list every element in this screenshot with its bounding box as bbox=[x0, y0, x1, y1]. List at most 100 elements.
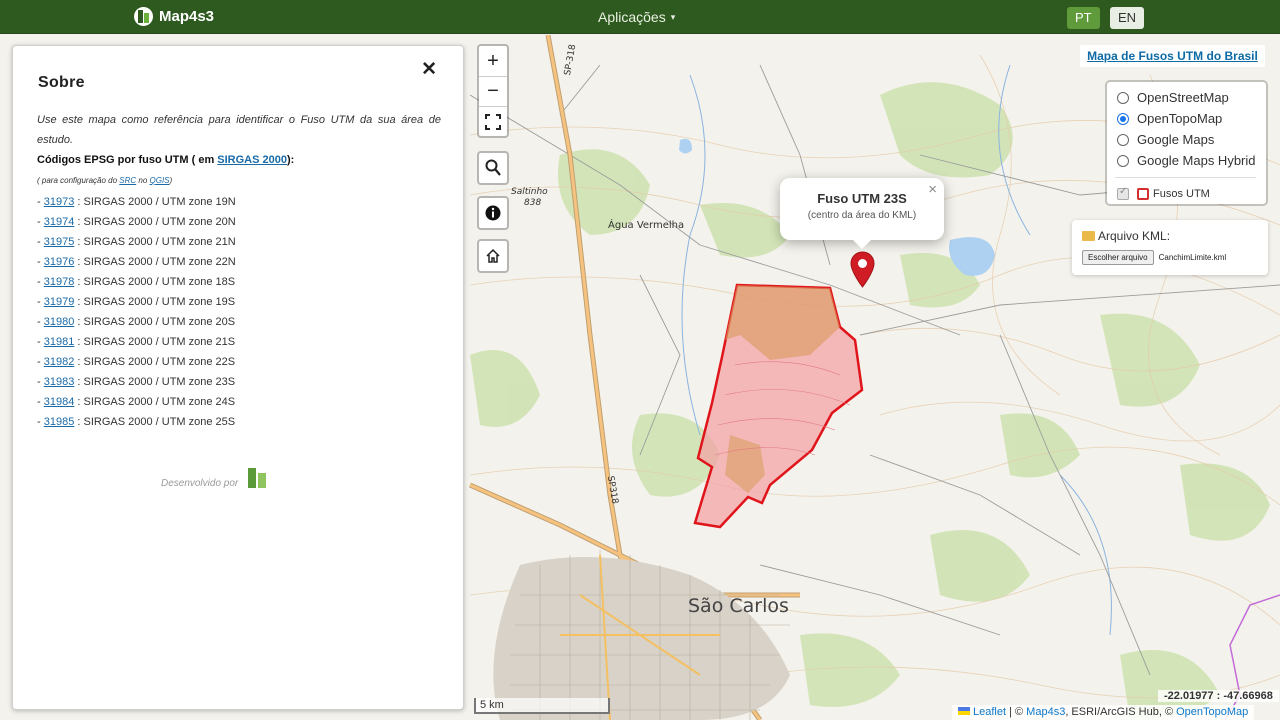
epsg-heading-suffix: ): bbox=[286, 154, 295, 166]
epsg-code-label: : SIRGAS 2000 / UTM zone 19N bbox=[74, 196, 236, 208]
folder-icon bbox=[1082, 231, 1095, 241]
base-layer-option[interactable]: OpenTopoMap bbox=[1117, 108, 1266, 129]
radio-button[interactable] bbox=[1117, 154, 1129, 167]
kml-upload-panel: Arquivo KML: Escolher arquivo CanchimLim… bbox=[1072, 220, 1268, 275]
info-control bbox=[477, 196, 509, 230]
info-icon bbox=[485, 205, 501, 221]
sidebar-body: Use este mapa como referência para ident… bbox=[37, 110, 441, 432]
epsg-code-link[interactable]: 31983 bbox=[44, 376, 75, 388]
qgis-link[interactable]: QGIS bbox=[150, 176, 170, 185]
note-mid: no bbox=[136, 176, 150, 185]
list-dash: - bbox=[37, 396, 44, 408]
leaflet-link[interactable]: Leaflet bbox=[973, 706, 1006, 718]
epsg-code-row: - 31976 : SIRGAS 2000 / UTM zone 22N bbox=[37, 252, 441, 272]
caret-down-icon: ▾ bbox=[670, 12, 676, 22]
developed-by-label: Desenvolvido por bbox=[160, 478, 239, 489]
epsg-code-link[interactable]: 31973 bbox=[44, 196, 75, 208]
epsg-code-row: - 31974 : SIRGAS 2000 / UTM zone 20N bbox=[37, 212, 441, 232]
overlay-swatch bbox=[1137, 188, 1149, 200]
radio-button[interactable] bbox=[1117, 91, 1129, 104]
epsg-code-row: - 31980 : SIRGAS 2000 / UTM zone 20S bbox=[37, 312, 441, 332]
base-layer-option[interactable]: Google Maps bbox=[1117, 129, 1266, 150]
search-button[interactable] bbox=[479, 153, 507, 183]
close-icon[interactable]: ✕ bbox=[421, 58, 437, 81]
home-button[interactable] bbox=[479, 241, 507, 271]
top-navbar: Map4s3 Aplicações ▾ PT EN bbox=[0, 0, 1280, 34]
base-layer-list: OpenStreetMap OpenTopoMap Google Maps Googl… bbox=[1117, 87, 1266, 171]
attribution-sep: | © bbox=[1006, 706, 1027, 718]
epsg-code-row: - 31982 : SIRGAS 2000 / UTM zone 22S bbox=[37, 352, 441, 372]
base-layer-option[interactable]: OpenStreetMap bbox=[1117, 87, 1266, 108]
info-button[interactable] bbox=[479, 198, 507, 228]
epsg-code-label: : SIRGAS 2000 / UTM zone 25S bbox=[74, 416, 236, 428]
popup-close-icon[interactable]: × bbox=[928, 181, 937, 198]
map-popup: × Fuso UTM 23S (centro da área do KML) bbox=[780, 178, 944, 249]
sirgas-link[interactable]: SIRGAS 2000 bbox=[217, 154, 287, 166]
epsg-code-label: : SIRGAS 2000 / UTM zone 20S bbox=[74, 316, 236, 328]
list-dash: - bbox=[37, 196, 44, 208]
epsg-heading-prefix: Códigos EPSG por fuso UTM ( em bbox=[37, 154, 218, 166]
epsg-code-row: - 31973 : SIRGAS 2000 / UTM zone 19N bbox=[37, 192, 441, 212]
base-layer-label: Google Maps Hybrid bbox=[1137, 153, 1256, 168]
epsg-code-label: : SIRGAS 2000 / UTM zone 21N bbox=[74, 236, 236, 248]
epsg-code-row: - 31978 : SIRGAS 2000 / UTM zone 18S bbox=[37, 272, 441, 292]
config-note: ( para configuração do SRC no QGIS) bbox=[37, 170, 441, 192]
epsg-code-link[interactable]: 31978 bbox=[44, 276, 75, 288]
utm-map-link[interactable]: Mapa de Fusos UTM do Brasil bbox=[1080, 45, 1265, 67]
search-icon bbox=[485, 159, 501, 176]
radio-button[interactable] bbox=[1117, 112, 1129, 125]
epsg-code-link[interactable]: 31974 bbox=[44, 216, 75, 228]
fullscreen-icon bbox=[485, 113, 501, 130]
epsg-code-link[interactable]: 31975 bbox=[44, 236, 75, 248]
fullscreen-button[interactable] bbox=[479, 106, 507, 136]
epsg-code-row: - 31975 : SIRGAS 2000 / UTM zone 21N bbox=[37, 232, 441, 252]
epsg-code-link[interactable]: 31976 bbox=[44, 256, 75, 268]
epsg-code-label: : SIRGAS 2000 / UTM zone 21S bbox=[74, 336, 236, 348]
epsg-code-label: : SIRGAS 2000 / UTM zone 20N bbox=[74, 216, 236, 228]
epsg-code-link[interactable]: 31984 bbox=[44, 396, 75, 408]
kml-file-row: Escolher arquivo CanchimLimite.kml bbox=[1082, 250, 1268, 265]
map4s3-link[interactable]: Map4s3 bbox=[1026, 706, 1065, 718]
overlay-fusos-utm[interactable]: Fusos UTM bbox=[1117, 184, 1266, 204]
epsg-code-row: - 31984 : SIRGAS 2000 / UTM zone 24S bbox=[37, 392, 441, 412]
sidebar-description: Use este mapa como referência para ident… bbox=[37, 114, 441, 146]
epsg-code-label: : SIRGAS 2000 / UTM zone 22N bbox=[74, 256, 236, 268]
radio-button[interactable] bbox=[1117, 133, 1129, 146]
epsg-code-list: - 31973 : SIRGAS 2000 / UTM zone 19N - 31… bbox=[37, 192, 441, 432]
map4s3-logo-icon[interactable] bbox=[245, 466, 269, 490]
kml-file-name: CanchimLimite.kml bbox=[1158, 253, 1227, 262]
overlay-label: Fusos UTM bbox=[1153, 188, 1210, 200]
kml-title-label: Arquivo KML: bbox=[1098, 229, 1171, 243]
developed-by: Desenvolvido por bbox=[13, 466, 417, 490]
brand-name: Map4s3 bbox=[159, 8, 215, 25]
list-dash: - bbox=[37, 356, 44, 368]
popup-title: Fuso UTM 23S bbox=[817, 191, 907, 206]
epsg-code-link[interactable]: 31982 bbox=[44, 356, 75, 368]
epsg-code-link[interactable]: 31980 bbox=[44, 316, 75, 328]
lang-en-button[interactable]: EN bbox=[1110, 7, 1145, 29]
base-layer-label: OpenStreetMap bbox=[1137, 90, 1229, 105]
brand[interactable]: Map4s3 bbox=[134, 7, 214, 26]
src-link[interactable]: SRC bbox=[119, 176, 136, 185]
home-icon bbox=[486, 248, 500, 263]
epsg-code-link[interactable]: 31979 bbox=[44, 296, 75, 308]
choose-file-button[interactable]: Escolher arquivo bbox=[1082, 250, 1154, 265]
epsg-code-link[interactable]: 31981 bbox=[44, 336, 75, 348]
list-dash: - bbox=[37, 416, 44, 428]
about-sidebar: Sobre ✕ Use este mapa como referência pa… bbox=[12, 45, 464, 710]
lang-pt-button[interactable]: PT bbox=[1067, 7, 1100, 29]
location-marker-icon[interactable] bbox=[850, 251, 875, 288]
opentopomap-link[interactable]: OpenTopoMap bbox=[1176, 706, 1248, 718]
base-layer-option[interactable]: Google Maps Hybrid bbox=[1117, 150, 1266, 171]
zoom-in-button[interactable]: + bbox=[479, 46, 507, 76]
zoom-out-button[interactable]: − bbox=[479, 76, 507, 106]
popup-subtitle: (centro da área do KML) bbox=[807, 210, 917, 221]
overlay-checkbox[interactable] bbox=[1117, 186, 1129, 200]
epsg-code-row: - 31981 : SIRGAS 2000 / UTM zone 21S bbox=[37, 332, 441, 352]
kml-title: Arquivo KML: bbox=[1082, 229, 1268, 243]
epsg-code-link[interactable]: 31985 bbox=[44, 416, 75, 428]
layer-switcher: OpenStreetMap OpenTopoMap Google Maps Googl… bbox=[1105, 80, 1268, 206]
base-layer-label: Google Maps bbox=[1137, 132, 1215, 147]
epsg-code-label: : SIRGAS 2000 / UTM zone 24S bbox=[74, 396, 236, 408]
apps-menu[interactable]: Aplicações ▾ bbox=[598, 9, 675, 25]
